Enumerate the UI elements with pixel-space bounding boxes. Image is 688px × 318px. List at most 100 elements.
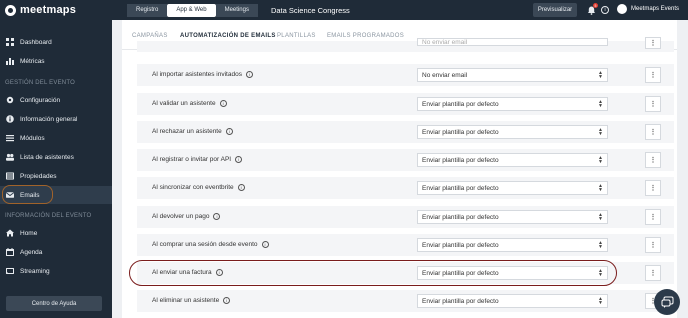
account-menu[interactable]: Meetmaps Events (617, 4, 679, 14)
rule-label-text: Al importar asistentes invitados (152, 71, 242, 78)
section-label-gestion: GESTIÓN DEL EVENTO (5, 80, 75, 86)
event-title: Data Science Congress (270, 5, 350, 15)
streaming-icon (6, 267, 14, 275)
more-options-button[interactable]: ⋮ (645, 265, 661, 281)
rule-label: Al comprar una sesión desde evento i (152, 241, 269, 248)
select-value: Enviar plantilla por defecto (422, 213, 499, 221)
rule-label: Al rechazar un asistente i (152, 128, 233, 135)
brand-name: meetmaps (20, 4, 77, 16)
rule-select[interactable]: Enviar plantilla por defecto ▲ ▼ (417, 181, 608, 195)
help-info-icon[interactable]: i (601, 6, 609, 14)
sidebar-item-propiedades[interactable]: Propiedades (0, 167, 112, 185)
more-options-button[interactable]: ⋮ (645, 152, 661, 168)
sidebar-item-label: Streaming (20, 267, 50, 275)
select-value: Enviar plantilla por defecto (422, 241, 499, 249)
info-icon[interactable]: i (245, 71, 253, 78)
rule-label-text: Al registrar o invitar por API (152, 156, 232, 163)
section-label-informacion: INFORMACIÓN DEL EVENTO (5, 213, 92, 219)
sidebar-item-label: Lista de asistentes (20, 153, 74, 161)
sidebar-item-streaming[interactable]: Streaming (0, 262, 112, 280)
rule-select[interactable]: Enviar plantilla por defecto ▲ ▼ (417, 125, 608, 139)
calendar-icon (6, 248, 14, 256)
more-options-button[interactable]: ⋮ (645, 124, 661, 140)
rule-label: Al validar un asistente i (152, 100, 227, 107)
sidebar-item-configuracion[interactable]: Configuración (0, 91, 112, 109)
rule-row: Al rechazar un asistente i Enviar plantil… (137, 121, 674, 143)
rule-label: Al registrar o invitar por API i (152, 156, 243, 163)
more-options-button[interactable]: ⋮ (645, 180, 661, 196)
factura-highlight-annotation (129, 260, 617, 286)
rule-select[interactable]: Enviar plantilla por defecto ▲ ▼ (417, 294, 608, 308)
properties-icon (6, 172, 14, 180)
notifications-button[interactable]: 5 (587, 3, 598, 15)
info-icon[interactable]: i (213, 213, 221, 220)
rule-select[interactable]: Enviar plantilla por defecto ▲ ▼ (417, 210, 608, 224)
rule-select[interactable]: No enviar email ▲ ▼ (417, 68, 608, 82)
sidebar-item-label: Propiedades (20, 172, 57, 180)
info-icon[interactable]: i (235, 156, 243, 163)
rule-row: Al comprar una sesión desde evento i Envi… (137, 234, 674, 256)
rule-label: Al devolver un pago i (152, 213, 221, 220)
rule-row: Al sincronizar con eventbrite i Enviar pl… (137, 177, 674, 199)
select-arrows-icon: ▲ ▼ (598, 212, 603, 222)
account-name: Meetmaps Events (631, 6, 680, 12)
tab-automatizacion-emails[interactable]: AUTOMATIZACIÓN DE EMAILS (180, 33, 276, 39)
home-icon (6, 229, 14, 237)
dashboard-icon (6, 38, 14, 46)
tab-meetings[interactable]: Meetings (215, 3, 258, 17)
rule-select[interactable]: Enviar plantilla por defecto ▲ ▼ (417, 238, 608, 252)
chat-icon (661, 296, 673, 308)
sidebar-item-modulos[interactable]: Módulos (0, 129, 112, 147)
preview-button[interactable]: Previsualizar (533, 3, 577, 17)
info-icon[interactable]: i (225, 128, 233, 135)
logo-mark-icon (5, 4, 16, 16)
select-value: Enviar plantilla por defecto (422, 184, 499, 192)
sidebar-item-metricas[interactable]: Métricas (0, 52, 112, 70)
rule-label-text: Al comprar una sesión desde evento (152, 241, 258, 248)
sidebar-item-agenda[interactable]: Agenda (0, 243, 112, 261)
rule-row: Al importar asistentes invitados i No env… (137, 64, 674, 86)
info-icon[interactable]: i (237, 184, 245, 191)
rule-select[interactable]: Enviar plantilla por defecto ▲ ▼ (417, 153, 608, 167)
rule-label: Al importar asistentes invitados i (152, 71, 253, 78)
select-arrows-icon: ▲ ▼ (598, 99, 603, 109)
tab-registro[interactable]: Registro (127, 3, 168, 17)
more-options-button[interactable]: ⋮ (645, 209, 661, 225)
select-value: No enviar email (422, 71, 468, 79)
rule-row: Al validar un asistente i Enviar plantill… (137, 93, 674, 115)
chart-icon (6, 57, 14, 65)
info-icon[interactable]: i (219, 100, 227, 107)
users-icon (6, 153, 14, 161)
rule-select[interactable]: Enviar plantilla por defecto ▲ ▼ (417, 97, 608, 111)
sidebar-item-dashboard[interactable]: Dashboard (0, 33, 112, 51)
rule-select-partial[interactable]: No enviar email (417, 38, 608, 46)
product-tabs: Registro App & Web Meetings (127, 3, 258, 17)
rule-label-text: Al eliminar un asistente (152, 297, 220, 304)
chat-support-button[interactable] (654, 289, 680, 315)
brand-logo[interactable]: meetmaps (0, 0, 112, 20)
more-options-button[interactable]: ⋮ (645, 37, 661, 49)
tab-app-web[interactable]: App & Web (167, 3, 216, 17)
sidebar-item-label: Home (20, 229, 38, 237)
info-icon[interactable]: i (223, 297, 231, 304)
info-icon[interactable]: i (261, 241, 269, 248)
more-options-button[interactable]: ⋮ (645, 96, 661, 112)
sidebar-item-lista-asistentes[interactable]: Lista de asistentes (0, 148, 112, 166)
tab-plantillas[interactable]: PLANTILLAS (277, 33, 316, 39)
help-center-button[interactable]: Centro de Ayuda (6, 296, 102, 311)
sidebar-item-label: Información general (20, 115, 78, 123)
select-arrows-icon: ▲ ▼ (598, 240, 603, 250)
tab-campanas[interactable]: CAMPAÑAS (132, 33, 168, 39)
rule-label: Al eliminar un asistente i (152, 297, 231, 304)
sidebar: meetmaps Dashboard Métricas GESTIÓN DEL … (0, 0, 112, 318)
select-arrows-icon: ▲ ▼ (598, 296, 603, 306)
tab-emails-programados[interactable]: EMAILS PROGRAMADOS (327, 33, 404, 39)
more-options-button[interactable]: ⋮ (645, 237, 661, 253)
select-arrows-icon: ▲ ▼ (598, 155, 603, 165)
sidebar-item-label: Módulos (20, 134, 45, 142)
more-options-button[interactable]: ⋮ (645, 67, 661, 83)
list-icon (6, 134, 14, 142)
sidebar-item-home[interactable]: Home (0, 224, 112, 242)
sidebar-item-label: Métricas (20, 57, 45, 65)
sidebar-item-informacion-general[interactable]: Información general (0, 110, 112, 128)
